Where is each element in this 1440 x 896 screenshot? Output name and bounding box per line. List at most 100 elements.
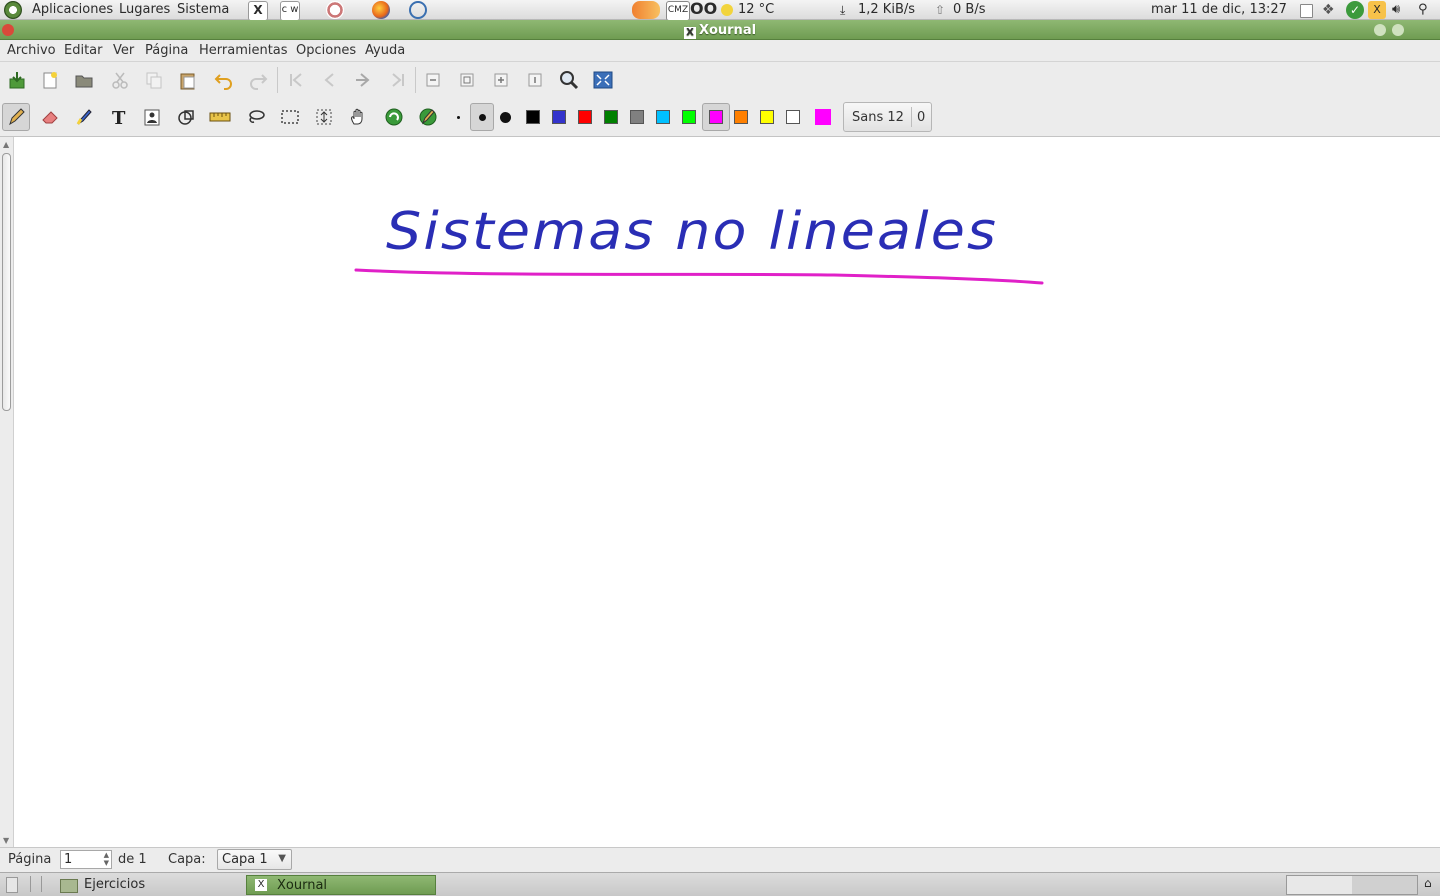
color-button-1[interactable] — [545, 103, 573, 131]
color-button-10[interactable] — [779, 103, 807, 131]
applications-menu[interactable]: Aplicaciones — [32, 2, 113, 17]
color-button-0[interactable] — [519, 103, 547, 131]
taskbar-item-xournal[interactable]: X Xournal — [246, 875, 436, 895]
lasso-icon — [249, 110, 265, 123]
color-button-4[interactable] — [623, 103, 651, 131]
workspace-switcher-icon[interactable] — [1286, 875, 1418, 895]
folder-icon — [60, 879, 78, 893]
save-button[interactable] — [3, 66, 31, 94]
thickness-fine-button[interactable] — [444, 103, 472, 131]
drawing-canvas[interactable]: Sistemas no lineales — [14, 137, 1440, 847]
color-button-3[interactable] — [597, 103, 625, 131]
color-button-2[interactable] — [571, 103, 599, 131]
eyes-applet-icon: OO — [690, 0, 718, 18]
eraser-tool-button[interactable] — [36, 103, 64, 131]
page-number-spinner[interactable]: 1 ▲ ▼ — [60, 850, 112, 869]
redo-button[interactable] — [244, 66, 272, 94]
fish-applet-icon[interactable] — [632, 1, 660, 19]
notes-tray-icon[interactable] — [1300, 4, 1313, 18]
thickness-thick-button[interactable] — [493, 103, 517, 131]
zoom-100-button[interactable] — [521, 66, 549, 94]
thickness-medium-button[interactable] — [470, 103, 494, 131]
refresh-defaults-icon — [385, 108, 403, 126]
page-number-value: 1 — [64, 852, 73, 867]
text-tool-icon: T — [112, 108, 126, 127]
volume-icon[interactable]: 🔊︎ — [1392, 1, 1410, 19]
search-tray-icon[interactable]: ⚲ — [1418, 1, 1436, 19]
network-launcher-icon[interactable] — [409, 1, 427, 19]
dropbox-tray-icon[interactable]: ❖ — [1322, 1, 1340, 19]
color-button-7[interactable] — [702, 103, 730, 131]
xournal-tray-icon[interactable]: X — [1368, 1, 1386, 19]
keyboard-layout-icon[interactable]: CMZ — [666, 1, 690, 21]
color-button-8[interactable] — [727, 103, 755, 131]
zoom-out-button[interactable] — [419, 66, 447, 94]
system-menu[interactable]: Sistema — [177, 2, 229, 17]
menu-editar[interactable]: Editar — [64, 43, 103, 58]
menu-archivo[interactable]: Archivo — [7, 43, 56, 58]
paste-button[interactable] — [174, 66, 202, 94]
xournal-launcher-icon[interactable]: X — [248, 1, 268, 21]
taskbar-item-ejercicios[interactable]: Ejercicios — [52, 875, 242, 895]
color-button-9[interactable] — [753, 103, 781, 131]
color-swatch-icon — [630, 110, 644, 124]
rectangle-select-icon — [281, 110, 299, 124]
color-swatch-icon — [578, 110, 592, 124]
mail-launcher-icon[interactable] — [326, 1, 344, 19]
maximize-button[interactable] — [1392, 24, 1404, 36]
new-button[interactable] — [36, 66, 64, 94]
menu-opciones[interactable]: Opciones — [296, 43, 356, 58]
last-page-button[interactable] — [384, 66, 412, 94]
menu-herramientas[interactable]: Herramientas — [199, 43, 288, 58]
undo-button[interactable] — [210, 66, 238, 94]
first-page-button[interactable] — [282, 66, 310, 94]
minimize-button[interactable] — [1374, 24, 1386, 36]
rect-select-button[interactable] — [276, 103, 304, 131]
highlighter-tool-button[interactable] — [70, 103, 98, 131]
color-button-6[interactable] — [675, 103, 703, 131]
color-button-11[interactable] — [809, 103, 837, 131]
image-tool-button[interactable] — [138, 103, 166, 131]
open-button[interactable] — [70, 66, 98, 94]
ruler-button[interactable] — [206, 103, 234, 131]
update-check-tray-icon[interactable]: ✓ — [1346, 1, 1364, 19]
spinner-arrows-icon[interactable]: ▲ ▼ — [104, 851, 109, 867]
pen-tool-button[interactable] — [2, 103, 30, 131]
firefox-launcher-icon[interactable] — [372, 1, 390, 19]
default-tool-button[interactable] — [380, 103, 408, 131]
window-titlebar[interactable]: X Xournal — [0, 20, 1440, 40]
net-upload-rate[interactable]: 0 B/s — [953, 2, 985, 17]
clock[interactable]: mar 11 de dic, 13:27 — [1151, 2, 1287, 17]
zoom-dialog-button[interactable] — [555, 66, 583, 94]
color-button-5[interactable] — [649, 103, 677, 131]
zoom-fit-button[interactable] — [453, 66, 481, 94]
scrollbar-thumb[interactable] — [2, 153, 11, 411]
font-selector-button[interactable]: Sans 12 0 — [843, 102, 932, 132]
lasso-select-button[interactable] — [242, 103, 270, 131]
writer-launcher-icon[interactable]: c w — [280, 1, 300, 21]
cut-button[interactable] — [106, 66, 134, 94]
layer-select[interactable]: Capa 1 ▼ — [217, 849, 292, 870]
next-page-button[interactable] — [350, 66, 378, 94]
shape-recognizer-button[interactable] — [172, 103, 200, 131]
text-tool-button[interactable]: T — [104, 103, 132, 131]
weather-temperature[interactable]: 12 °C — [738, 2, 774, 17]
pen-options-button[interactable] — [414, 103, 442, 131]
trash-icon[interactable]: ⌂ — [1424, 876, 1432, 890]
zoom-in-button[interactable] — [487, 66, 515, 94]
vertical-scrollbar[interactable]: ▲ ▼ — [0, 137, 14, 847]
fullscreen-button[interactable] — [589, 66, 617, 94]
vertical-space-button[interactable] — [310, 103, 338, 131]
scroll-up-arrow-icon[interactable]: ▲ — [3, 140, 9, 149]
copy-button[interactable] — [140, 66, 168, 94]
places-menu[interactable]: Lugares — [119, 2, 170, 17]
show-desktop-icon[interactable] — [6, 877, 18, 893]
previous-page-button[interactable] — [316, 66, 344, 94]
menu-ver[interactable]: Ver — [113, 43, 134, 58]
menu-ayuda[interactable]: Ayuda — [365, 43, 405, 58]
distro-logo-icon[interactable] — [4, 1, 22, 19]
net-download-rate[interactable]: 1,2 KiB/s — [858, 2, 915, 17]
scroll-down-arrow-icon[interactable]: ▼ — [3, 836, 9, 845]
menu-pagina[interactable]: Página — [145, 43, 188, 58]
hand-tool-button[interactable] — [344, 103, 372, 131]
